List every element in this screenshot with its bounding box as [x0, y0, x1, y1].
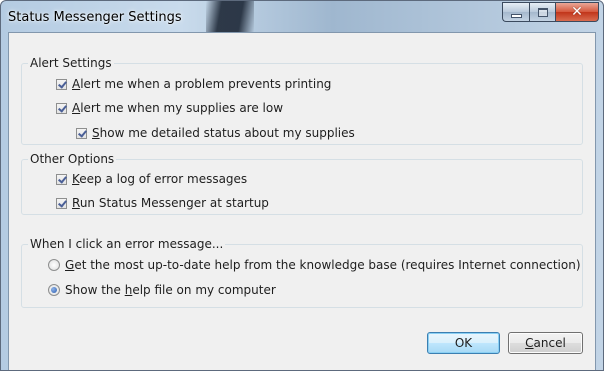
dialog-body: Alert Settings Alert me when a problem p…	[8, 32, 596, 370]
window-title: Status Messenger Settings	[8, 10, 182, 25]
other-options-group: Other Options Keep a log of error messag…	[21, 152, 583, 215]
error-log-checkbox[interactable]	[56, 173, 67, 185]
alert-printing-checkbox[interactable]	[56, 78, 67, 90]
cancel-button[interactable]: Cancel	[508, 332, 583, 354]
alert-settings-group: Alert Settings Alert me when a problem p…	[21, 56, 583, 145]
error-click-group: When I click an error message... Get the…	[21, 237, 583, 308]
error-click-legend: When I click an error message...	[28, 237, 226, 251]
maximize-button[interactable]	[529, 2, 555, 22]
alert-printing-option[interactable]: Alert me when a problem prevents printin…	[56, 77, 331, 91]
alert-printing-label: Alert me when a problem prevents printin…	[72, 77, 332, 91]
cancel-button-label: Cancel	[525, 336, 566, 350]
knowledge-base-radio[interactable]	[48, 259, 60, 271]
close-button[interactable]: ✕	[555, 2, 599, 22]
alert-supplies-option[interactable]: Alert me when my supplies are low	[56, 101, 283, 115]
error-log-label: Keep a log of error messages	[72, 172, 248, 186]
error-log-option[interactable]: Keep a log of error messages	[56, 172, 247, 186]
run-at-startup-label: Run Status Messenger at startup	[72, 196, 269, 210]
alert-supplies-checkbox[interactable]	[56, 102, 67, 114]
run-at-startup-checkbox[interactable]	[56, 197, 67, 209]
title-bar[interactable]: Status Messenger Settings ✕	[1, 1, 603, 33]
close-icon: ✕	[571, 4, 583, 20]
alert-settings-legend: Alert Settings	[28, 56, 114, 70]
ok-button-label: OK	[454, 336, 473, 350]
knowledge-base-label: Get the most up-to-date help from the kn…	[65, 258, 581, 272]
help-file-label: Show the help file on my computer	[65, 283, 276, 297]
run-at-startup-option[interactable]: Run Status Messenger at startup	[56, 196, 269, 210]
detailed-status-option[interactable]: Show me detailed status about my supplie…	[76, 126, 355, 140]
alert-supplies-label: Alert me when my supplies are low	[72, 101, 284, 115]
detailed-status-label: Show me detailed status about my supplie…	[92, 126, 355, 140]
other-options-legend: Other Options	[28, 152, 117, 166]
minimize-icon	[510, 13, 522, 18]
ok-button[interactable]: OK	[427, 332, 500, 354]
maximize-icon	[537, 7, 548, 17]
minimize-button[interactable]	[502, 2, 529, 22]
settings-window: Status Messenger Settings ✕ Alert Settin…	[0, 0, 604, 371]
knowledge-base-option[interactable]: Get the most up-to-date help from the kn…	[48, 258, 581, 272]
title-bar-decoration	[206, 1, 254, 33]
detailed-status-checkbox[interactable]	[76, 127, 87, 139]
caption-buttons: ✕	[502, 2, 599, 22]
help-file-radio[interactable]	[48, 284, 60, 296]
help-file-option[interactable]: Show the help file on my computer	[48, 283, 276, 297]
